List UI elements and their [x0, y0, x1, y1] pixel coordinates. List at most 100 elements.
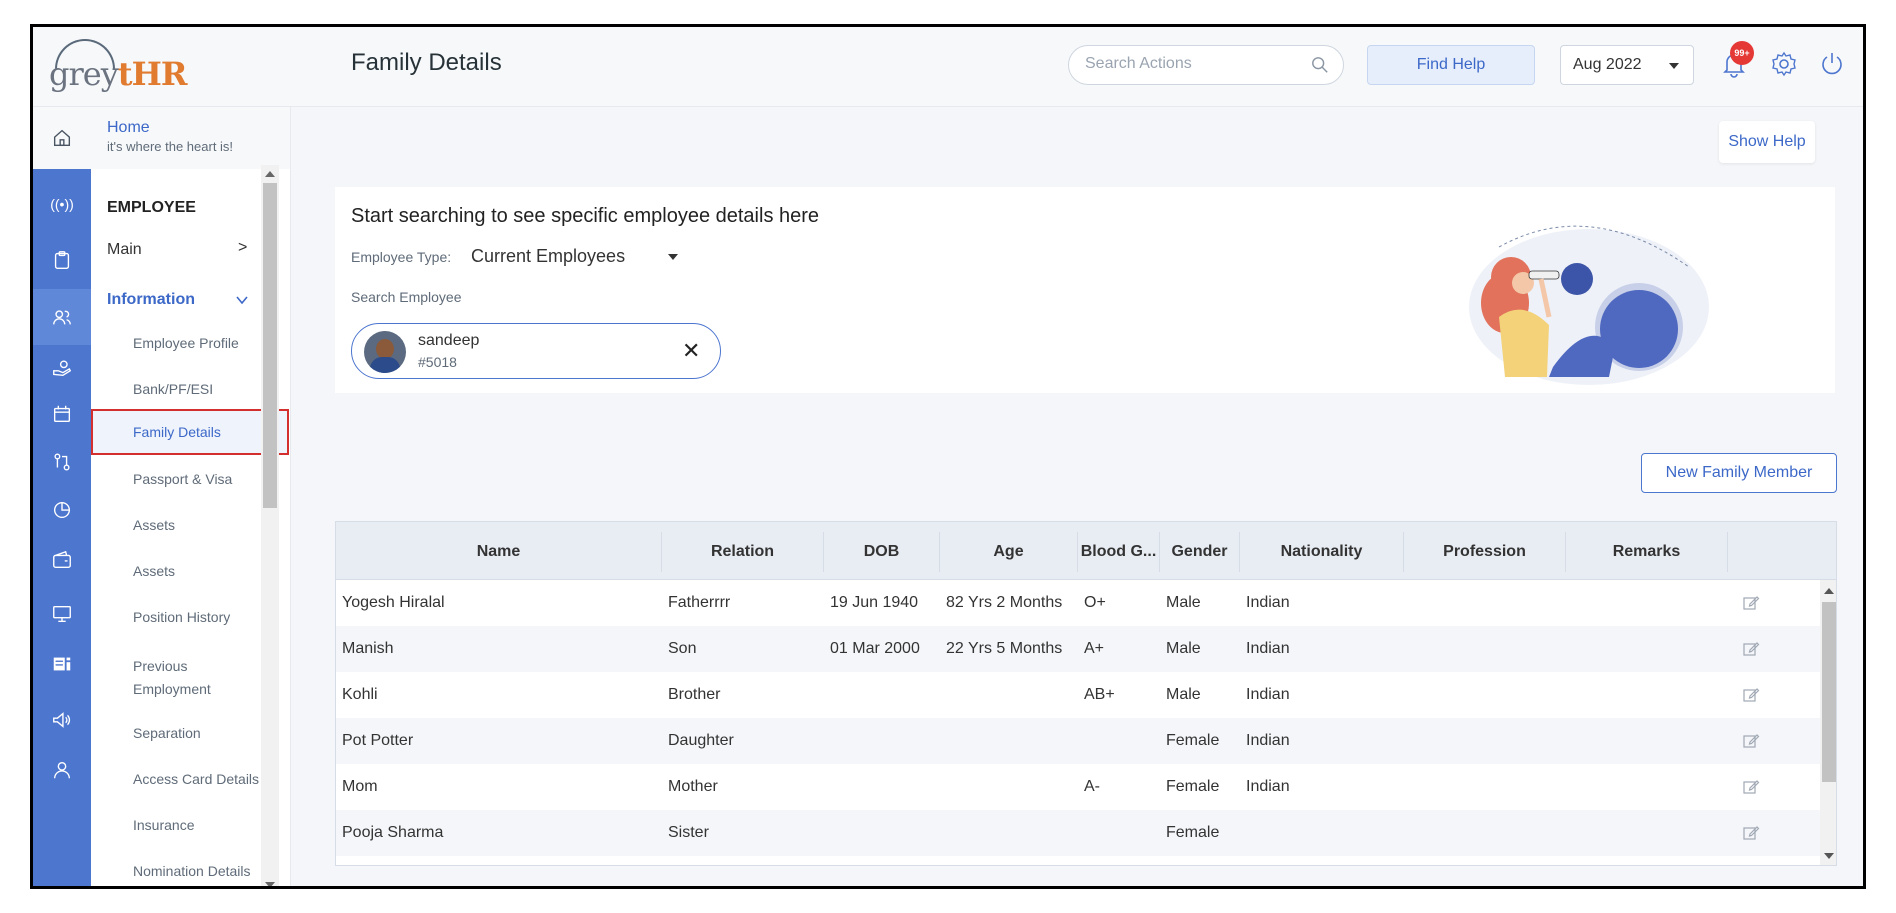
cell-relation: Fatherrrr: [668, 594, 731, 611]
caret-down-icon[interactable]: [668, 254, 678, 260]
cell-blood-group: A-: [1084, 778, 1100, 795]
sidebar-home[interactable]: Home it's where the heart is!: [91, 107, 290, 169]
calendar-icon: [53, 405, 71, 423]
cell-gender: Male: [1166, 594, 1201, 611]
rail-monitor[interactable]: [33, 591, 91, 637]
cell-blood-group: AB+: [1084, 686, 1115, 703]
sidebar-item-employee-profile[interactable]: Employee Profile: [133, 335, 239, 351]
scroll-up-arrow[interactable]: [265, 171, 275, 177]
month-select[interactable]: Aug 2022: [1560, 45, 1694, 85]
sidebar-scrollbar[interactable]: [261, 165, 279, 886]
rail-people[interactable]: [33, 289, 91, 345]
cell-gender: Female: [1166, 732, 1220, 749]
user-icon: [53, 761, 71, 779]
scroll-thumb[interactable]: [263, 183, 277, 508]
cell-relation: Son: [668, 640, 697, 657]
search-icon[interactable]: [1311, 56, 1329, 74]
sidebar-item-assets[interactable]: Assets: [133, 517, 175, 533]
column-header-name[interactable]: Name: [336, 532, 662, 572]
table-scrollbar[interactable]: [1820, 580, 1836, 865]
column-header-profession[interactable]: Profession: [1404, 532, 1566, 572]
cell-name: Mom: [342, 778, 378, 795]
document-icon: [53, 657, 71, 671]
rail-calendar[interactable]: [33, 391, 91, 437]
rail-wallet[interactable]: [33, 537, 91, 583]
cell-relation: Mother: [668, 778, 718, 795]
table-row[interactable]: Manish Son 01 Mar 2000 22 Yrs 5 Months A+ Mal…: [336, 626, 1822, 672]
scroll-down-arrow[interactable]: [265, 882, 275, 886]
sidebar-item-information[interactable]: Information: [107, 291, 195, 309]
show-help-button[interactable]: Show Help: [1719, 121, 1815, 163]
column-header-relation[interactable]: Relation: [662, 532, 824, 572]
edit-icon[interactable]: [1742, 640, 1760, 658]
column-header-blood-group[interactable]: Blood G...: [1078, 532, 1160, 572]
edit-icon[interactable]: [1742, 824, 1760, 842]
scroll-up-arrow[interactable]: [1824, 588, 1834, 594]
cell-age: 22 Yrs 5 Months: [946, 640, 1063, 657]
rail-broadcast[interactable]: ((•)): [33, 181, 91, 227]
sidebar-item-position-history[interactable]: Position History: [133, 609, 230, 625]
rail-clipboard[interactable]: [33, 237, 91, 283]
new-family-member-button[interactable]: New Family Member: [1641, 453, 1837, 493]
power-icon[interactable]: [1817, 49, 1847, 79]
cell-gender: Male: [1166, 686, 1201, 703]
rail-profile[interactable]: [33, 747, 91, 793]
sidebar-item-family-details[interactable]: Family Details: [91, 409, 289, 455]
cell-relation: Sister: [668, 824, 709, 841]
scroll-down-arrow[interactable]: [1824, 853, 1834, 859]
cell-nationality: Indian: [1246, 732, 1290, 749]
cell-relation: Daughter: [668, 732, 734, 749]
column-header-gender[interactable]: Gender: [1160, 532, 1240, 572]
wallet-icon: [53, 550, 71, 569]
table-row[interactable]: Pot Potter Daughter Female Indian: [336, 718, 1822, 764]
notification-badge: 99+: [1730, 41, 1754, 65]
selected-employee-chip[interactable]: sandeep #5018 ✕: [351, 323, 721, 379]
cell-name: Kohli: [342, 686, 378, 703]
rail-announcement[interactable]: [33, 697, 91, 743]
employee-type-select[interactable]: Current Employees: [471, 246, 625, 267]
sidebar-item-separation[interactable]: Separation: [133, 725, 201, 741]
people-icon: [53, 310, 71, 325]
rail-document[interactable]: [33, 641, 91, 687]
column-header-nationality[interactable]: Nationality: [1240, 532, 1404, 572]
chevron-down-icon[interactable]: [235, 293, 249, 307]
sidebar-item-previous-employment[interactable]: Previous Employment: [133, 655, 243, 701]
scroll-thumb[interactable]: [1822, 602, 1836, 782]
sidebar-item-access-card-details[interactable]: Access Card Details: [133, 771, 259, 787]
column-header-age[interactable]: Age: [940, 532, 1078, 572]
table-row[interactable]: Kohli Brother AB+ Male Indian: [336, 672, 1822, 718]
sidebar-item-main[interactable]: Main: [107, 241, 142, 259]
edit-icon[interactable]: [1742, 594, 1760, 612]
sidebar-item-nomination-details[interactable]: Nomination Details: [133, 863, 251, 879]
edit-icon[interactable]: [1742, 778, 1760, 796]
cell-dob: 01 Mar 2000: [830, 640, 920, 657]
home-icon: [53, 129, 71, 147]
cell-name: Pot Potter: [342, 732, 414, 749]
greythr-logo[interactable]: greytHR: [45, 39, 195, 95]
find-help-button[interactable]: Find Help: [1367, 45, 1535, 85]
search-actions-box[interactable]: [1068, 45, 1344, 85]
close-icon[interactable]: ✕: [682, 338, 700, 364]
sidebar-item-bank-pf-esi[interactable]: Bank/PF/ESI: [133, 381, 213, 397]
employee-name: sandeep: [418, 332, 480, 349]
cell-dob: 19 Jun 1940: [830, 594, 919, 611]
edit-icon[interactable]: [1742, 686, 1760, 704]
table-row[interactable]: Pooja Sharma Sister Female: [336, 810, 1822, 856]
rail-workflow[interactable]: [33, 439, 91, 485]
column-header-dob[interactable]: DOB: [824, 532, 940, 572]
speaker-icon: [53, 712, 71, 728]
gear-icon[interactable]: [1769, 49, 1799, 79]
cell-blood-group: A+: [1084, 640, 1105, 657]
search-actions-input[interactable]: [1085, 55, 1305, 73]
column-header-remarks[interactable]: Remarks: [1566, 532, 1728, 572]
edit-icon[interactable]: [1742, 732, 1760, 750]
sidebar-item-insurance[interactable]: Insurance: [133, 817, 194, 833]
sidebar-item-passport-visa[interactable]: Passport & Visa: [133, 471, 232, 487]
rail-hand[interactable]: [33, 345, 91, 391]
pie-chart-icon: [53, 501, 71, 519]
sidebar-item-assets-2[interactable]: Assets: [133, 563, 175, 579]
rail-home[interactable]: [33, 107, 91, 169]
table-row[interactable]: Mom Mother A- Female Indian: [336, 764, 1822, 810]
rail-pie-chart[interactable]: [33, 487, 91, 533]
table-row[interactable]: Yogesh Hiralal Fatherrrr 19 Jun 1940 82 Yrs…: [336, 580, 1822, 626]
